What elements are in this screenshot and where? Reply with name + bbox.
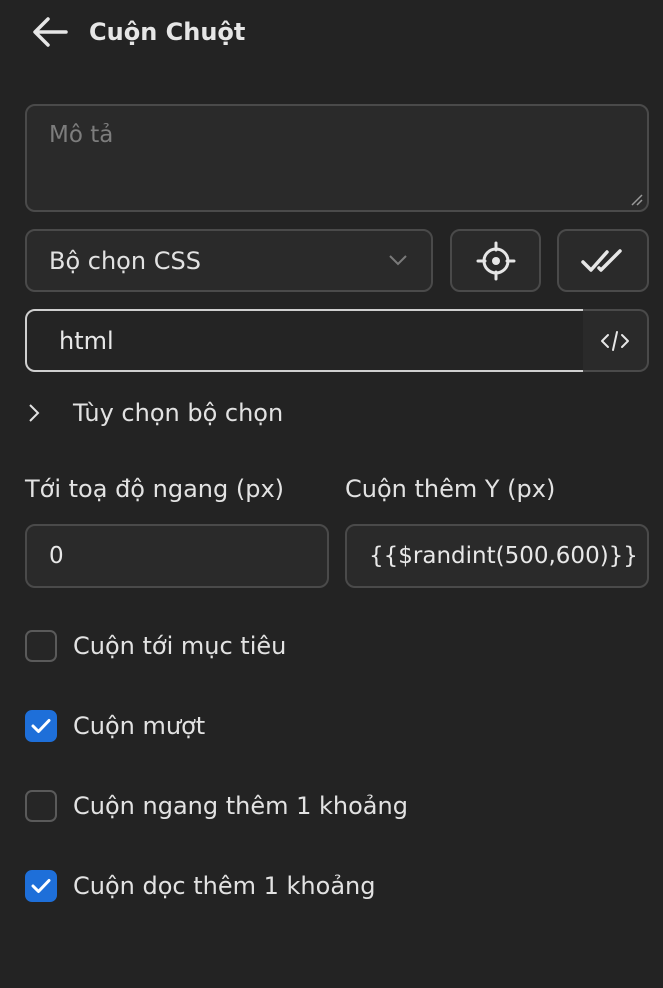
checkbox-checked[interactable] [25, 710, 57, 742]
scroll-y-label: Cuộn thêm Y (px) [345, 475, 556, 503]
checkbox-label: Cuộn ngang thêm 1 khoảng [73, 792, 408, 820]
selector-value: html [59, 326, 114, 355]
scroll-x-label: Tới toạ độ ngang (px) [25, 475, 285, 503]
crosshair-icon [476, 241, 515, 280]
checkbox-vertical-offset[interactable]: Cuộn dọc thêm 1 khoảng [25, 866, 375, 906]
checkbox-label: Cuộn dọc thêm 1 khoảng [73, 872, 376, 900]
double-check-icon [581, 248, 622, 272]
selector-type-value: Bộ chọn CSS [49, 246, 201, 275]
checkbox-unchecked[interactable] [25, 630, 57, 662]
page-title: Cuộn Chuột [89, 18, 246, 46]
scroll-y-value: {{$randint(500,600)}} [369, 543, 638, 569]
checkbox-label: Cuộn tới mục tiêu [73, 632, 287, 660]
description-field[interactable]: Mô tả [25, 104, 649, 212]
code-icon [601, 330, 629, 351]
selector-options-label: Tùy chọn bộ chọn [73, 399, 284, 427]
checkbox-label: Cuộn mượt [73, 712, 206, 740]
scroll-y-input[interactable]: {{$randint(500,600)}} [345, 524, 649, 588]
back-button[interactable] [28, 12, 72, 52]
pick-element-button[interactable] [450, 229, 541, 292]
checkbox-unchecked[interactable] [25, 790, 57, 822]
checkbox-checked[interactable] [25, 870, 57, 902]
selector-field-group: html [25, 309, 649, 372]
scroll-x-input[interactable]: 0 [25, 524, 329, 588]
scroll-x-value: 0 [49, 543, 64, 569]
checkmark-icon [31, 719, 51, 733]
chevron-right-icon [29, 404, 40, 422]
code-button[interactable] [583, 309, 649, 372]
checkmark-icon [31, 879, 51, 893]
checkbox-horizontal-offset[interactable]: Cuộn ngang thêm 1 khoảng [25, 786, 408, 826]
arrow-left-icon [33, 17, 68, 47]
verify-selector-button[interactable] [557, 229, 649, 292]
selector-options-toggle[interactable]: Tùy chọn bộ chọn [25, 393, 283, 433]
selector-type-select[interactable]: Bộ chọn CSS [25, 229, 433, 292]
resize-grip-icon[interactable] [629, 192, 643, 206]
checkbox-scroll-to-target[interactable]: Cuộn tới mục tiêu [25, 626, 286, 666]
checkbox-smooth-scroll[interactable]: Cuộn mượt [25, 706, 205, 746]
chevron-down-icon [389, 255, 407, 266]
description-placeholder: Mô tả [49, 122, 114, 148]
selector-input[interactable]: html [25, 309, 585, 372]
